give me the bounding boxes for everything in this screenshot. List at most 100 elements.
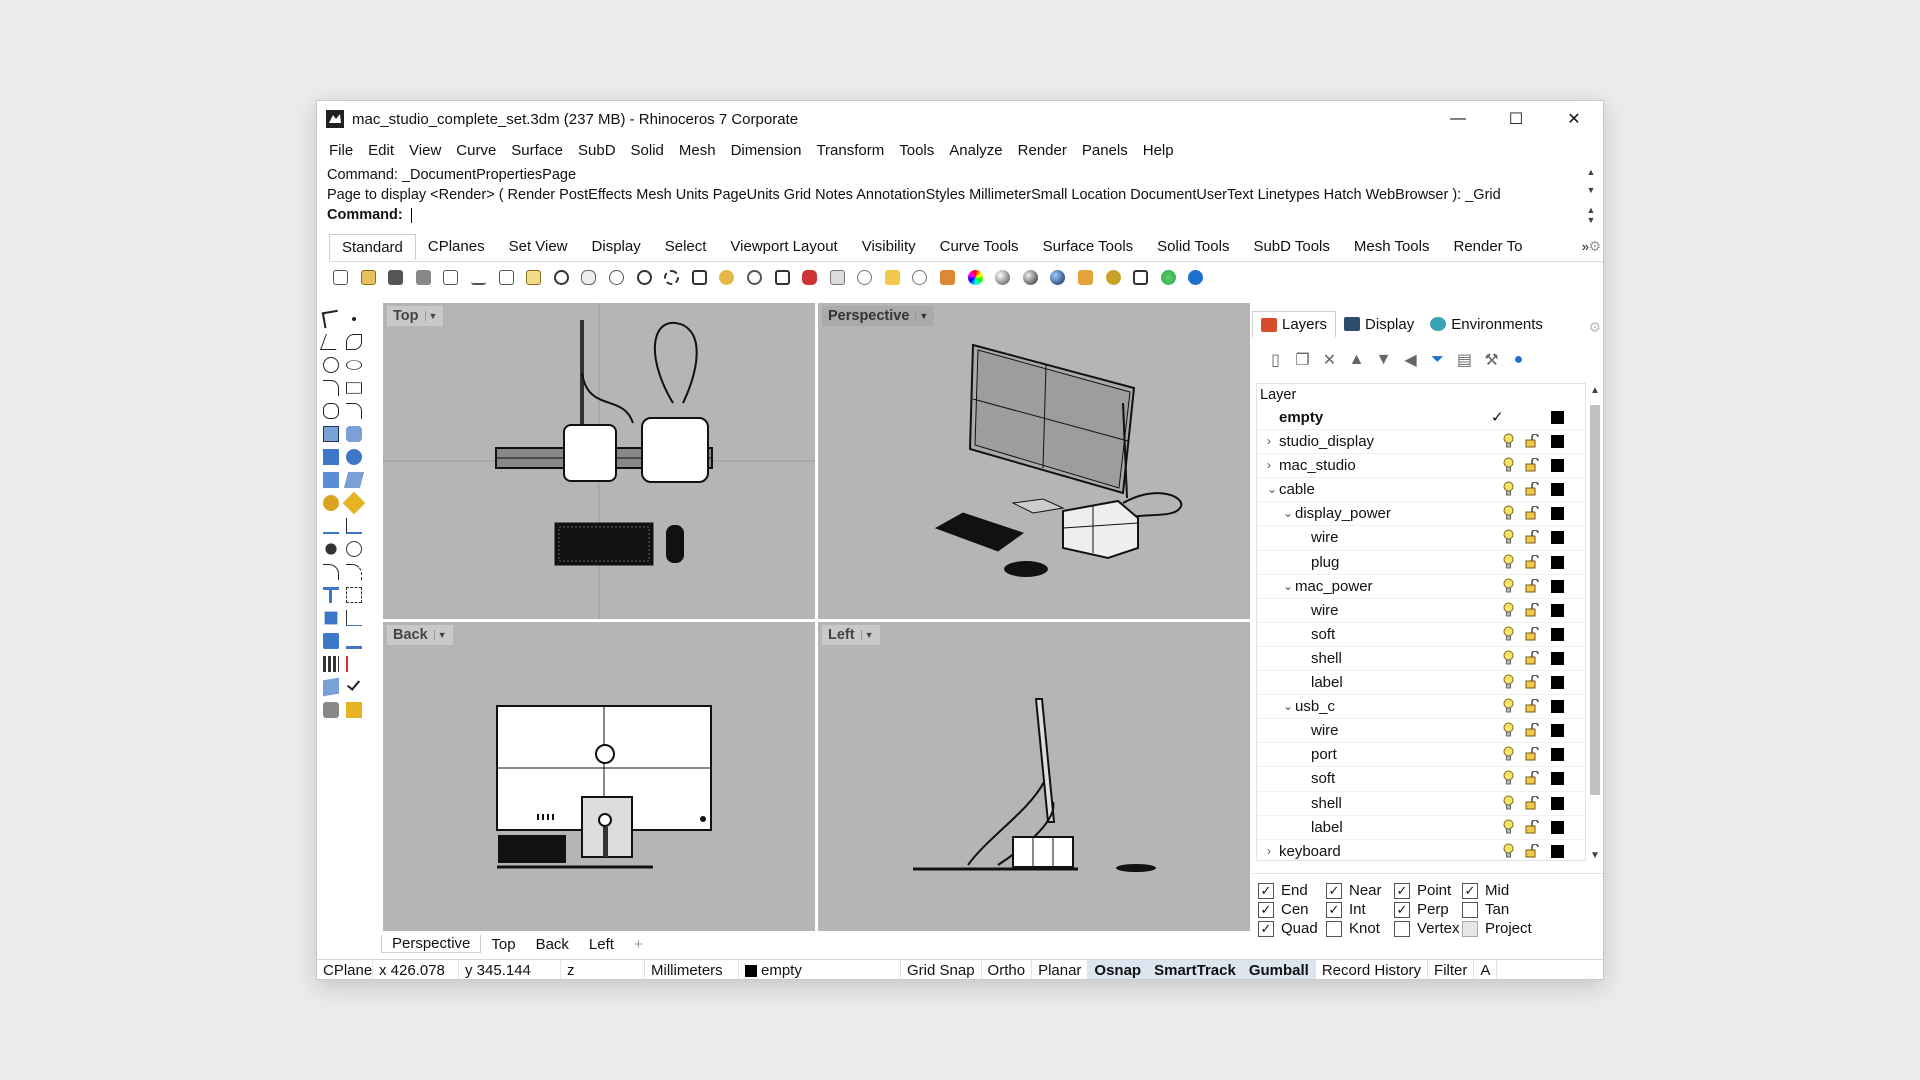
light-bulb-icon[interactable] [1502, 457, 1515, 472]
osnap-checkbox[interactable]: ✓ [1258, 882, 1274, 899]
tab-mesh-tools[interactable]: Mesh Tools [1342, 234, 1442, 260]
unlock-icon[interactable] [1525, 577, 1539, 593]
light-bulb-icon[interactable] [1502, 529, 1515, 544]
fillet-curve-icon[interactable] [343, 400, 365, 422]
light-bulb-icon[interactable] [1502, 578, 1515, 593]
layer-row[interactable]: label [1257, 671, 1585, 696]
layer-color-swatch[interactable] [1551, 796, 1564, 810]
light-bulb-icon[interactable] [908, 266, 931, 290]
tab-render-tools[interactable]: Render To [1441, 234, 1534, 260]
layer-name[interactable]: wire [1311, 602, 1339, 619]
layer-color-swatch[interactable] [1551, 820, 1564, 834]
chevron-down-icon[interactable]: ▼ [860, 630, 874, 640]
unlock-icon[interactable] [1525, 746, 1539, 761]
status-toggle-record-history[interactable]: Record History [1316, 959, 1429, 979]
menu-mesh[interactable]: Mesh [672, 142, 724, 159]
layer-name[interactable]: empty [1279, 409, 1323, 426]
layer-row[interactable]: shell [1257, 792, 1585, 816]
osnap-checkbox[interactable] [1462, 901, 1478, 918]
cplane-indicator[interactable]: CPlane [317, 959, 373, 979]
layer-color-swatch[interactable] [1551, 507, 1564, 521]
select-arrow-icon[interactable] [320, 308, 342, 330]
render-sphere-icon[interactable] [1046, 266, 1069, 290]
paste-icon[interactable] [522, 266, 545, 290]
surface-corner-icon[interactable] [320, 423, 342, 445]
layer-name[interactable]: display_power [1295, 505, 1391, 522]
light-bulb-icon[interactable] [1502, 843, 1515, 858]
unlock-icon[interactable] [1525, 602, 1539, 617]
layer-row[interactable]: label [1257, 816, 1585, 840]
menu-subd[interactable]: SubD [571, 142, 624, 159]
unlock-icon[interactable] [1525, 529, 1539, 544]
layer-name[interactable]: mac_power [1295, 578, 1373, 595]
mesh-icon[interactable] [320, 630, 342, 652]
layer-row[interactable]: ⌄ usb_c [1257, 695, 1585, 720]
color-swatch-icon[interactable] [936, 266, 959, 290]
open-folder-icon[interactable] [357, 266, 380, 290]
menu-analyze[interactable]: Analyze [942, 142, 1010, 159]
osnap-near[interactable]: ✓ Near [1326, 882, 1382, 899]
shaded-sphere-icon[interactable] [991, 266, 1014, 290]
layer-row[interactable]: plug [1257, 551, 1585, 575]
layer-name[interactable]: cable [1279, 481, 1315, 498]
light-bulb-icon[interactable] [1502, 770, 1515, 785]
paint-icon[interactable] [343, 699, 365, 721]
light-bulb-icon[interactable] [1502, 819, 1515, 834]
menu-help[interactable]: Help [1136, 142, 1182, 159]
layer-row[interactable]: soft [1257, 767, 1585, 792]
status-toggle-gumball[interactable]: Gumball [1242, 959, 1316, 979]
osnap-checkbox[interactable]: ✓ [1462, 882, 1478, 899]
layer-color-swatch[interactable] [1551, 579, 1564, 593]
layer-color-swatch[interactable] [1551, 459, 1564, 473]
layer-color-swatch[interactable] [1551, 676, 1564, 690]
construction-plane-icon[interactable] [826, 266, 849, 290]
layer-row[interactable]: ⌄ mac_power [1257, 575, 1585, 599]
osnap-checkbox[interactable]: ✓ [1394, 882, 1410, 899]
panel-settings-icon[interactable]: ⚙ [1588, 319, 1601, 336]
menu-render[interactable]: Render [1011, 142, 1075, 159]
osnap-project[interactable]: Project [1462, 920, 1532, 937]
layer-color-swatch[interactable] [1551, 411, 1564, 424]
layer-row[interactable]: wire [1257, 526, 1585, 551]
light-bulb-icon[interactable] [1502, 650, 1515, 665]
layer-color-swatch[interactable] [1551, 435, 1564, 449]
split-icon[interactable] [320, 515, 342, 537]
unlock-icon[interactable] [1525, 770, 1539, 785]
osnap-checkbox[interactable]: ✓ [1258, 901, 1274, 918]
scroll-down-icon[interactable]: ▼ [1588, 850, 1602, 861]
point-icon[interactable] [343, 308, 365, 330]
osnap-checkbox[interactable]: ✓ [1326, 882, 1342, 899]
light-bulb-icon[interactable] [1502, 626, 1515, 641]
osnap-checkbox[interactable]: ✓ [1258, 920, 1274, 937]
minimize-button[interactable]: — [1429, 101, 1487, 137]
help-icon[interactable] [1184, 266, 1207, 290]
transform-icon[interactable] [320, 607, 342, 629]
unlock-icon[interactable] [1525, 843, 1539, 858]
osnap-end[interactable]: ✓ End [1258, 882, 1308, 899]
menu-dimension[interactable]: Dimension [724, 142, 810, 159]
status-toggle-osnap[interactable]: Osnap [1088, 959, 1149, 979]
loft-surface-icon[interactable] [343, 423, 365, 445]
layer-row[interactable]: port [1257, 743, 1585, 768]
light-bulb-icon[interactable] [1502, 722, 1515, 737]
undo-icon[interactable] [550, 266, 573, 290]
new-layer-icon[interactable]: ▯ [1262, 350, 1289, 370]
filter-icon[interactable]: ⏷ [1424, 351, 1451, 369]
extrude-icon[interactable] [320, 469, 342, 491]
viewport-label-top[interactable]: Top ▼ [387, 306, 444, 326]
move-to-parent-icon[interactable]: ◀ [1397, 350, 1424, 370]
menu-file[interactable]: File [322, 142, 361, 159]
layer-name[interactable]: shell [1311, 650, 1342, 667]
chevron-down-icon[interactable]: ▼ [433, 630, 447, 640]
layer-color-swatch[interactable] [1551, 700, 1564, 714]
tab-display[interactable]: Display [580, 234, 653, 260]
pan-hand-icon[interactable] [577, 266, 600, 290]
layer-row[interactable]: wire [1257, 599, 1585, 623]
status-toggle-filter[interactable]: Filter [1428, 959, 1475, 979]
cut-icon[interactable] [467, 266, 490, 290]
snap-target-icon[interactable] [853, 266, 876, 290]
unlock-icon[interactable] [1525, 626, 1539, 641]
layer-name[interactable]: keyboard [1279, 843, 1341, 860]
print-icon[interactable] [412, 266, 435, 290]
layer-name[interactable]: shell [1311, 795, 1342, 812]
